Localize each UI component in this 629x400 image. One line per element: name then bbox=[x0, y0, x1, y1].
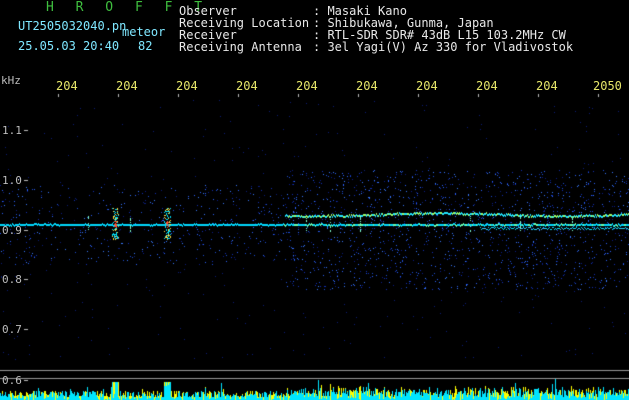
x-tick-label: 204 bbox=[236, 79, 258, 93]
x-tick-label: 204 bbox=[176, 79, 198, 93]
y-tick-label: 0.9 bbox=[2, 224, 22, 237]
x-tick-label: 204 bbox=[356, 79, 378, 93]
meteor-count: 82 bbox=[138, 39, 153, 53]
antenna-label: Receiving Antenna bbox=[179, 40, 302, 54]
x-tick-label: 204 bbox=[56, 79, 78, 93]
y-tick-label: 0.8 bbox=[2, 273, 22, 286]
detection-tag: meteor bbox=[122, 25, 166, 39]
image-filename: UT2505032040.pn bbox=[18, 19, 127, 33]
y-tick-label: 1.1 bbox=[2, 124, 22, 137]
x-tick-label: 204 bbox=[476, 79, 498, 93]
x-tick-label: 204 bbox=[536, 79, 558, 93]
y-tick-label: 0.7 bbox=[2, 323, 22, 336]
y-axis-unit: kHz bbox=[1, 74, 21, 87]
x-tick-label: 204 bbox=[296, 79, 318, 93]
timestamp: 25.05.03 20:40 bbox=[18, 39, 120, 53]
y-tick-label: 0.6 bbox=[2, 374, 22, 387]
antenna-value: : 3el Yagi(V) Az 330 for Vladivostok bbox=[313, 40, 574, 54]
x-tick-label: 2050 bbox=[593, 79, 622, 93]
spectrogram-canvas bbox=[0, 0, 629, 400]
y-tick-label: 1.0 bbox=[2, 174, 22, 187]
x-tick-label: 204 bbox=[116, 79, 138, 93]
x-tick-label: 204 bbox=[416, 79, 438, 93]
